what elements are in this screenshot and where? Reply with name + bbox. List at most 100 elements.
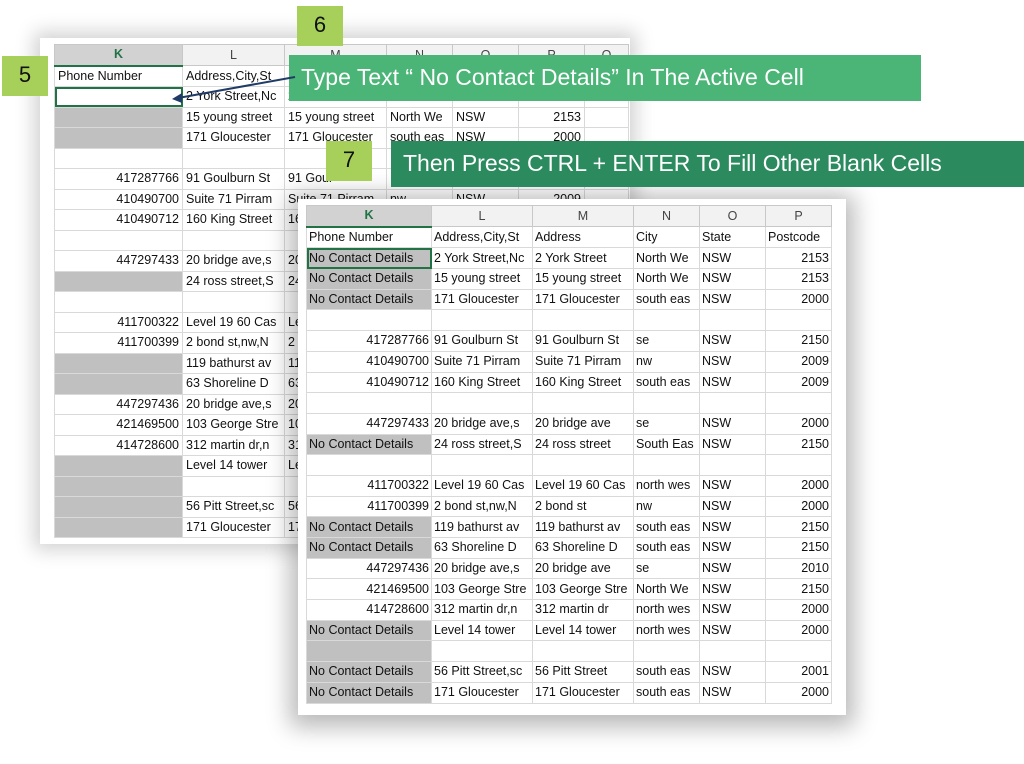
- cell[interactable]: [182, 147, 285, 169]
- cell[interactable]: 2 bond st,nw,N: [431, 495, 533, 518]
- cell[interactable]: 2153: [765, 247, 832, 270]
- cell[interactable]: North We: [386, 106, 453, 128]
- cell[interactable]: 171 Gloucester: [431, 681, 533, 704]
- cell[interactable]: se: [633, 330, 700, 352]
- cell[interactable]: North We: [633, 268, 700, 290]
- cell[interactable]: [306, 309, 432, 332]
- cell[interactable]: 2 bond st,nw,N: [182, 332, 285, 354]
- cell[interactable]: [765, 454, 832, 476]
- cell[interactable]: 2000: [765, 474, 832, 497]
- cell[interactable]: 2 York Street: [532, 247, 634, 270]
- cell[interactable]: Phone Number: [306, 226, 432, 249]
- cell[interactable]: 2 York Street,Nc: [431, 247, 533, 270]
- cell[interactable]: 91 Goulburn St: [431, 330, 533, 352]
- cell[interactable]: No Contact Details: [306, 516, 432, 538]
- cell[interactable]: [765, 309, 832, 332]
- cell[interactable]: 171 Gloucester: [182, 127, 285, 149]
- cell[interactable]: Address,City,St: [431, 226, 533, 249]
- cell[interactable]: 417287766: [54, 168, 183, 190]
- cell[interactable]: [699, 309, 766, 332]
- cell[interactable]: [54, 291, 183, 313]
- cell[interactable]: [584, 106, 629, 128]
- cell[interactable]: No Contact Details: [306, 619, 432, 642]
- cell[interactable]: 91 Goulburn St: [532, 330, 634, 352]
- cell[interactable]: north wes: [633, 599, 700, 621]
- cell[interactable]: 63 Shoreline D: [431, 537, 533, 559]
- cell[interactable]: 2153: [518, 106, 585, 128]
- cell[interactable]: [633, 392, 700, 414]
- cell[interactable]: State: [699, 226, 766, 249]
- cell[interactable]: No Contact Details: [306, 268, 432, 290]
- cell[interactable]: 410490712: [306, 371, 432, 394]
- cell[interactable]: North We: [633, 247, 700, 270]
- cell[interactable]: Suite 71 Pirram: [431, 350, 533, 373]
- cell[interactable]: [765, 640, 832, 663]
- cell[interactable]: 20 bridge ave: [532, 557, 634, 580]
- cell[interactable]: [431, 392, 533, 414]
- cell[interactable]: 2000: [765, 495, 832, 518]
- cell[interactable]: South Eas: [633, 433, 700, 456]
- cell[interactable]: 56 Pitt Street: [532, 661, 634, 683]
- cell[interactable]: 63 Shoreline D: [182, 373, 285, 395]
- cell[interactable]: [699, 392, 766, 414]
- cell[interactable]: north wes: [633, 619, 700, 642]
- cell[interactable]: [306, 392, 432, 414]
- cell[interactable]: 414728600: [54, 434, 183, 456]
- cell[interactable]: NSW: [699, 599, 766, 621]
- column-header-l[interactable]: L: [431, 204, 533, 228]
- cell[interactable]: No Contact Details: [306, 288, 432, 311]
- cell[interactable]: 119 bathurst av: [182, 352, 285, 374]
- cell[interactable]: south eas: [633, 661, 700, 683]
- cell[interactable]: 2 bond st: [532, 495, 634, 518]
- cell[interactable]: [431, 309, 533, 332]
- cell[interactable]: Suite 71 Pirram: [532, 350, 634, 373]
- cell[interactable]: 119 bathurst av: [532, 516, 634, 538]
- cell[interactable]: 24 ross street: [532, 433, 634, 456]
- cell[interactable]: 20 bridge ave,s: [431, 557, 533, 580]
- cell[interactable]: [699, 640, 766, 663]
- cell[interactable]: south eas: [633, 681, 700, 704]
- cell[interactable]: 56 Pitt Street,sc: [431, 661, 533, 683]
- cell[interactable]: NSW: [699, 681, 766, 704]
- cell[interactable]: NSW: [699, 516, 766, 538]
- cell[interactable]: No Contact Details: [306, 537, 432, 559]
- cell[interactable]: south eas: [633, 371, 700, 394]
- cell[interactable]: [54, 270, 183, 292]
- cell[interactable]: 171 Gloucester: [532, 288, 634, 311]
- cell[interactable]: south eas: [633, 288, 700, 311]
- cell[interactable]: [54, 373, 183, 395]
- cell[interactable]: 312 martin dr,n: [182, 434, 285, 456]
- cell[interactable]: [54, 127, 183, 149]
- cell[interactable]: Level 19 60 Cas: [431, 474, 533, 497]
- column-header-n[interactable]: N: [633, 204, 700, 228]
- cell[interactable]: [765, 392, 832, 414]
- cell[interactable]: 411700322: [54, 311, 183, 333]
- cell[interactable]: 2000: [765, 681, 832, 704]
- cell[interactable]: [532, 392, 634, 414]
- cell[interactable]: 447297433: [306, 412, 432, 435]
- cell[interactable]: NSW: [699, 619, 766, 642]
- cell[interactable]: 2000: [765, 619, 832, 642]
- cell[interactable]: 447297433: [54, 250, 183, 272]
- cell[interactable]: Address: [532, 226, 634, 249]
- cell[interactable]: 2000: [765, 412, 832, 435]
- cell[interactable]: 2150: [765, 578, 832, 601]
- cell[interactable]: 20 bridge ave,s: [182, 393, 285, 415]
- column-header-m[interactable]: M: [532, 204, 634, 228]
- cell[interactable]: 417287766: [306, 330, 432, 352]
- cell[interactable]: 103 George Stre: [532, 578, 634, 601]
- cell[interactable]: NSW: [699, 350, 766, 373]
- cell[interactable]: NSW: [699, 330, 766, 352]
- cell[interactable]: NSW: [699, 474, 766, 497]
- cell[interactable]: 63 Shoreline D: [532, 537, 634, 559]
- cell[interactable]: 171 Gloucester: [182, 516, 285, 538]
- cell[interactable]: 2009: [765, 350, 832, 373]
- cell[interactable]: [54, 229, 183, 251]
- cell[interactable]: NSW: [699, 288, 766, 311]
- cell[interactable]: 411700399: [306, 495, 432, 518]
- cell[interactable]: NSW: [699, 537, 766, 559]
- cell[interactable]: 171 Gloucester: [431, 288, 533, 311]
- cell[interactable]: No Contact Details: [306, 661, 432, 683]
- cell[interactable]: [431, 454, 533, 476]
- cell[interactable]: Level 19 60 Cas: [532, 474, 634, 497]
